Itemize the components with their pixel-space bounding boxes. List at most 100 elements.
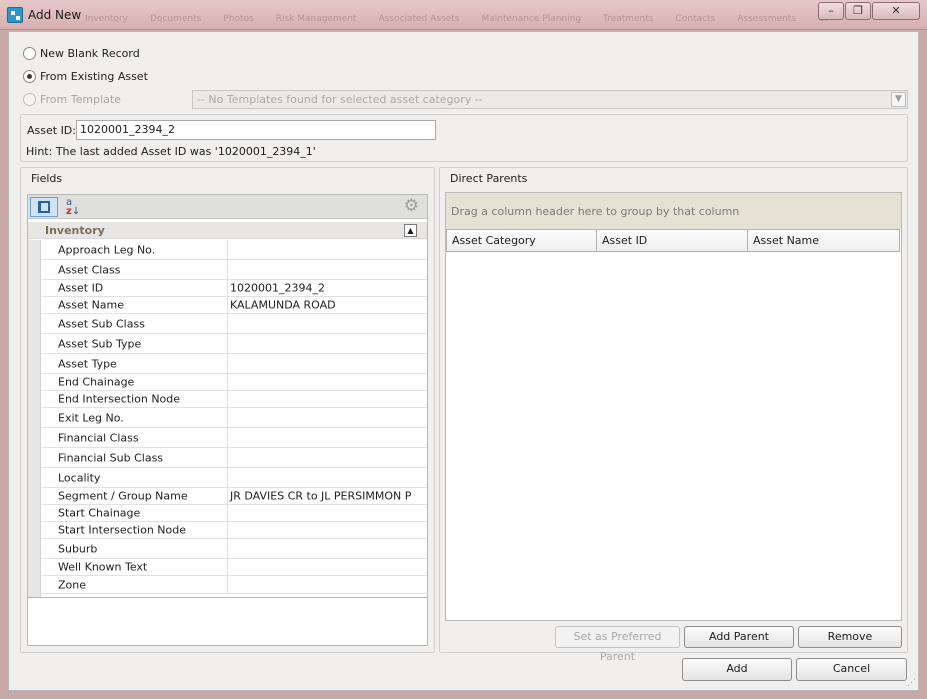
background-tab: Documents bbox=[150, 14, 202, 24]
dialog-body: New Blank Record From Existing Asset Fro… bbox=[8, 31, 919, 691]
property-row[interactable]: Financial Sub Class bbox=[42, 448, 427, 468]
property-name: Start Intersection Node bbox=[58, 523, 187, 537]
option-from-existing[interactable]: From Existing Asset bbox=[23, 68, 148, 84]
background-tab: Assessments bbox=[737, 14, 796, 24]
add-button[interactable]: Add bbox=[682, 658, 792, 681]
column-divider bbox=[227, 428, 228, 447]
property-name: Financial Class bbox=[58, 431, 139, 444]
property-name: Exit Leg No. bbox=[58, 411, 124, 424]
property-value[interactable]: JR DAVIES CR to JL PERSIMMON P bbox=[230, 490, 411, 503]
column-divider bbox=[227, 408, 228, 427]
property-row[interactable]: Suburb bbox=[42, 539, 427, 559]
background-tab: Associated Assets bbox=[378, 14, 460, 24]
column-divider bbox=[227, 314, 228, 333]
property-row[interactable]: Asset Class bbox=[42, 260, 427, 280]
property-name: Asset ID bbox=[58, 281, 104, 295]
property-name: Well Known Text bbox=[58, 560, 148, 574]
add-parent-button[interactable]: Add Parent bbox=[684, 626, 794, 648]
property-name: Asset Sub Type bbox=[58, 337, 142, 350]
column-header-asset-category[interactable]: Asset Category bbox=[446, 229, 597, 252]
chevron-down-icon: ▼ bbox=[891, 92, 906, 107]
radio-new-blank[interactable] bbox=[23, 46, 36, 60]
property-name: Asset Sub Class bbox=[58, 317, 145, 330]
asset-id-hint: Hint: The last added Asset ID was '10200… bbox=[26, 145, 316, 158]
column-divider bbox=[227, 522, 228, 538]
property-row[interactable]: Well Known Text bbox=[42, 559, 427, 576]
option-label: New Blank Record bbox=[40, 46, 140, 60]
property-row[interactable]: Asset Name KALAMUNDA ROAD bbox=[42, 297, 427, 314]
parents-panel-title: Direct Parents bbox=[450, 172, 528, 185]
property-row[interactable]: Asset Sub Type bbox=[42, 334, 427, 354]
column-header-asset-name[interactable]: Asset Name bbox=[747, 229, 900, 252]
close-button[interactable]: ✕ bbox=[872, 2, 920, 20]
minimize-button[interactable]: – bbox=[818, 2, 844, 20]
column-divider bbox=[227, 559, 228, 575]
property-name: Asset Class bbox=[58, 263, 121, 276]
resize-grip[interactable]: ⋰ bbox=[907, 678, 916, 688]
template-select-text: -- No Templates found for selected asset… bbox=[197, 93, 483, 106]
radio-from-existing[interactable] bbox=[23, 69, 36, 83]
property-row[interactable]: Asset Sub Class bbox=[42, 314, 427, 334]
remove-button[interactable]: Remove bbox=[798, 626, 902, 648]
collapse-icon[interactable]: ▲ bbox=[404, 224, 417, 237]
group-by-area[interactable]: Drag a column header here to group by th… bbox=[446, 193, 901, 229]
asset-id-group: Asset ID: 1020001_2394_2 Hint: The last … bbox=[20, 114, 908, 162]
property-row[interactable]: Start Intersection Node bbox=[42, 522, 427, 539]
property-name: Start Chainage bbox=[58, 506, 141, 520]
column-header-asset-id[interactable]: Asset ID bbox=[596, 229, 748, 252]
property-row[interactable]: Asset ID 1020001_2394_2 bbox=[42, 280, 427, 297]
property-grid: a z↓ ⚙ Inventory ▲ Approach Leg No. Asset … bbox=[27, 194, 428, 646]
restore-button[interactable]: ❐ bbox=[845, 2, 871, 20]
property-row[interactable]: Segment / Group Name JR DAVIES CR to JL P… bbox=[42, 488, 427, 505]
alphabetical-sort-icon[interactable]: a z↓ bbox=[66, 198, 80, 217]
categorized-view-icon[interactable] bbox=[30, 197, 58, 217]
column-divider bbox=[227, 468, 228, 487]
property-name: Segment / Group Name bbox=[58, 489, 188, 503]
background-tab: Risk Management bbox=[275, 14, 357, 24]
background-tab: Contacts bbox=[675, 14, 716, 24]
column-divider bbox=[227, 240, 228, 259]
column-divider bbox=[227, 539, 228, 558]
property-row[interactable]: Locality bbox=[42, 468, 427, 488]
asset-id-input[interactable]: 1020001_2394_2 bbox=[76, 120, 436, 140]
window-title: Add New bbox=[28, 8, 82, 22]
property-name: End Chainage bbox=[58, 375, 135, 389]
category-label: Inventory bbox=[45, 224, 105, 237]
property-row[interactable]: Zone bbox=[42, 576, 427, 594]
property-row[interactable]: Asset Type bbox=[42, 354, 427, 374]
option-new-blank[interactable]: New Blank Record bbox=[23, 45, 140, 61]
property-name: End Intersection Node bbox=[58, 392, 181, 406]
property-row[interactable]: Approach Leg No. bbox=[42, 240, 427, 260]
app-icon bbox=[7, 7, 23, 23]
column-divider bbox=[227, 488, 228, 504]
property-name: Financial Sub Class bbox=[58, 451, 164, 464]
property-name: Zone bbox=[58, 578, 87, 591]
radio-from-template bbox=[23, 92, 36, 106]
asset-id-label: Asset ID: bbox=[27, 124, 76, 137]
property-name: Suburb bbox=[58, 542, 98, 555]
background-tab: Maintenance Planning bbox=[481, 14, 582, 24]
property-value[interactable]: KALAMUNDA ROAD bbox=[230, 299, 336, 312]
column-divider bbox=[227, 280, 228, 296]
property-toolbar: a z↓ ⚙ bbox=[28, 195, 427, 219]
background-tab: Inventory bbox=[85, 14, 128, 24]
background-tab: Treatments bbox=[603, 14, 654, 24]
gear-icon[interactable]: ⚙ bbox=[404, 198, 419, 215]
property-row[interactable]: Start Chainage bbox=[42, 505, 427, 522]
property-row[interactable]: Financial Class bbox=[42, 428, 427, 448]
column-divider bbox=[227, 576, 228, 593]
column-divider bbox=[227, 374, 228, 390]
cancel-button[interactable]: Cancel bbox=[796, 658, 907, 681]
property-name: Approach Leg No. bbox=[58, 243, 156, 256]
property-row[interactable]: End Intersection Node bbox=[42, 391, 427, 408]
category-row[interactable]: Inventory ▲ bbox=[28, 222, 427, 239]
property-row[interactable]: End Chainage bbox=[42, 374, 427, 391]
property-value[interactable]: 1020001_2394_2 bbox=[230, 282, 325, 295]
property-name: Asset Name bbox=[58, 298, 125, 312]
column-divider bbox=[227, 448, 228, 467]
title-bar: Add New Inventory Documents Photos Risk … bbox=[0, 0, 927, 30]
parents-grid: Drag a column header here to group by th… bbox=[445, 192, 902, 621]
column-divider bbox=[227, 505, 228, 521]
property-row[interactable]: Exit Leg No. bbox=[42, 408, 427, 428]
column-divider bbox=[227, 260, 228, 279]
